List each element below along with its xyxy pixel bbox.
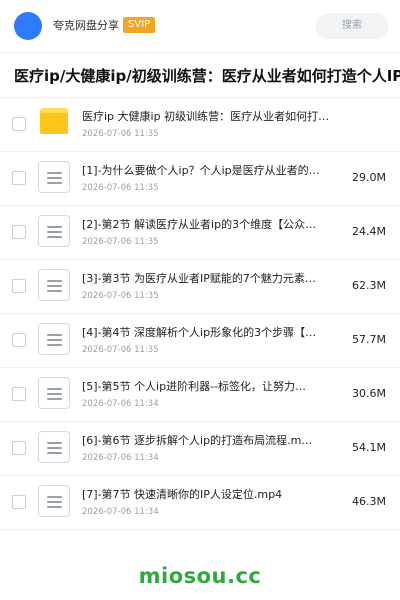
page-title: 医疗ip/大健康ip/初级训练营：医疗从业者如何打造个人IP (14, 67, 400, 85)
document-icon (38, 323, 70, 355)
file-row[interactable]: [1]-为什么要做个人ip？个人ip是医疗从业者的… 2026-07-06 11:… (0, 152, 400, 206)
file-date: 2026-07-06 11:35 (82, 291, 159, 301)
file-size: 24.4M (352, 225, 386, 238)
document-icon (38, 269, 70, 301)
file-name: [5]-第5节 个人ip进阶利器--标签化，让努力… (82, 380, 307, 393)
row-checkbox[interactable] (12, 117, 26, 131)
file-row[interactable]: [7]-第7节 快速清晰你的IP人设定位.mp4 2026-07-06 11:34… (0, 476, 400, 530)
file-date: 2026-07-06 11:35 (82, 129, 159, 139)
document-icon (38, 161, 70, 193)
file-name: [7]-第7节 快速清晰你的IP人设定位.mp4 (82, 488, 283, 501)
row-checkbox[interactable] (12, 225, 26, 239)
folder-row[interactable]: 医疗ip 大健康ip 初级训练营：医疗从业者如何打… 2026-07-06 11:… (0, 98, 400, 152)
file-date: 2026-07-06 11:34 (82, 507, 159, 517)
file-size: 57.7M (352, 333, 386, 346)
file-size: 62.3M (352, 279, 386, 292)
header-bar: 夸克网盘分享 SVIP 搜索 (0, 0, 400, 52)
watermark-brand: miosou.cc (138, 564, 262, 588)
svip-badge: SVIP (123, 17, 156, 33)
document-icon (38, 377, 70, 409)
file-row[interactable]: [3]-第3节 为医疗从业者IP赋能的7个魅力元素… 2026-07-06 11:… (0, 260, 400, 314)
title-bar: 医疗ip/大健康ip/初级训练营：医疗从业者如何打造个人IP (0, 52, 400, 98)
file-size: 29.0M (352, 171, 386, 184)
row-checkbox[interactable] (12, 441, 26, 455)
file-date: 2026-07-06 11:34 (82, 453, 159, 463)
file-name: [6]-第6节 逐步拆解个人ip的打造布局流程.m… (82, 434, 313, 447)
file-size: 30.6M (352, 387, 386, 400)
row-checkbox[interactable] (12, 387, 26, 401)
file-date: 2026-07-06 11:35 (82, 345, 159, 355)
file-date: 2026-07-06 11:35 (82, 183, 159, 193)
file-date: 2026-07-06 11:34 (82, 399, 159, 409)
row-checkbox[interactable] (12, 171, 26, 185)
file-name: [4]-第4节 深度解析个人ip形象化的3个步骤【… (82, 326, 317, 339)
row-checkbox[interactable] (12, 495, 26, 509)
file-list: 医疗ip 大健康ip 初级训练营：医疗从业者如何打… 2026-07-06 11:… (0, 98, 400, 530)
file-name: [2]-第2节 解读医疗从业者ip的3个维度【公众… (82, 218, 317, 231)
file-size: 46.3M (352, 495, 386, 508)
document-icon (38, 485, 70, 517)
file-row[interactable]: [2]-第2节 解读医疗从业者ip的3个维度【公众… 2026-07-06 11:… (0, 206, 400, 260)
file-name: [3]-第3节 为医疗从业者IP赋能的7个魅力元素… (82, 272, 316, 285)
file-name: 医疗ip 大健康ip 初级训练营：医疗从业者如何打… (82, 110, 330, 123)
app-name: 夸克网盘分享 (53, 19, 119, 32)
row-checkbox[interactable] (12, 279, 26, 293)
avatar[interactable] (14, 12, 42, 40)
file-date: 2026-07-06 11:35 (82, 237, 159, 247)
file-row[interactable]: [4]-第4节 深度解析个人ip形象化的3个步骤【… 2026-07-06 11:… (0, 314, 400, 368)
file-row[interactable]: [5]-第5节 个人ip进阶利器--标签化，让努力… 2026-07-06 11:… (0, 368, 400, 422)
document-icon (38, 215, 70, 247)
file-name: [1]-为什么要做个人ip？个人ip是医疗从业者的… (82, 164, 320, 177)
document-icon (38, 431, 70, 463)
row-checkbox[interactable] (12, 333, 26, 347)
search-input[interactable]: 搜索 (316, 13, 388, 39)
folder-icon (40, 108, 68, 134)
file-size: 54.1M (352, 441, 386, 454)
file-row[interactable]: [6]-第6节 逐步拆解个人ip的打造布局流程.m… 2026-07-06 11:… (0, 422, 400, 476)
